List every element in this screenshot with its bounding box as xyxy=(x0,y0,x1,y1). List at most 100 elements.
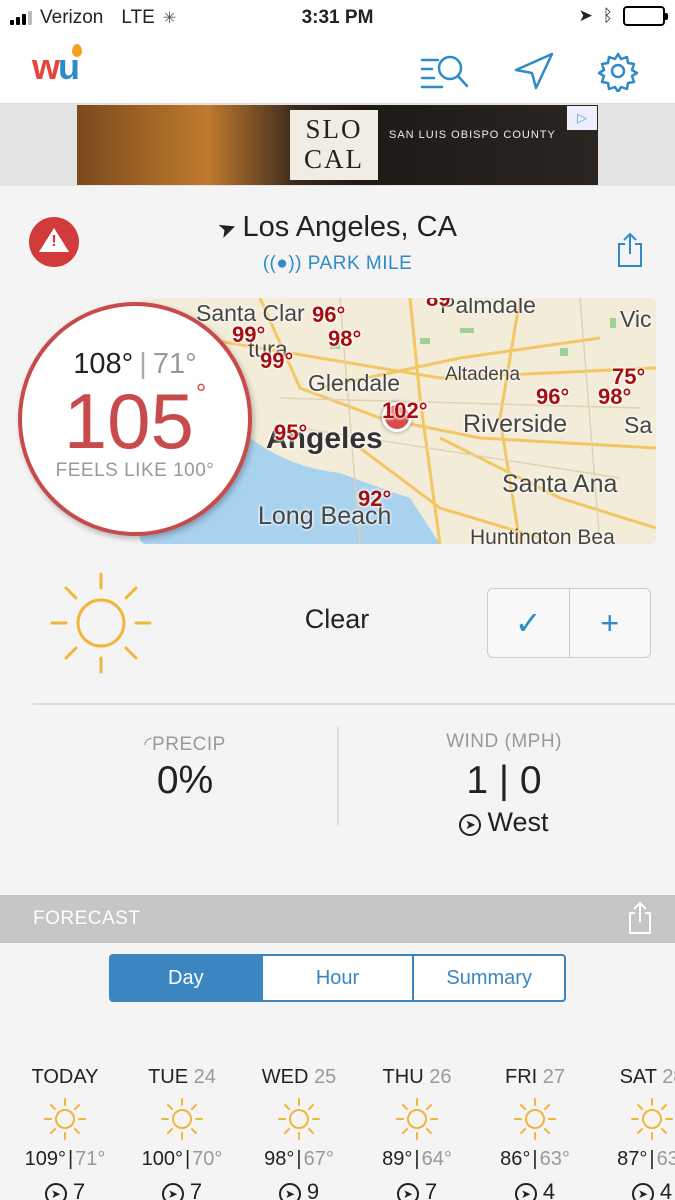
search-list-icon[interactable] xyxy=(418,50,470,92)
add-condition-button[interactable]: + xyxy=(568,589,651,657)
forecast-share-icon[interactable] xyxy=(628,901,652,935)
day-temps: 109° | 71° xyxy=(24,1148,106,1170)
map-temp: 89° xyxy=(426,298,460,311)
confirm-condition-button[interactable]: ✓ xyxy=(488,589,569,657)
station-name: PARK MILE xyxy=(307,253,413,274)
sun-icon xyxy=(278,1098,320,1140)
sun-icon xyxy=(631,1098,673,1140)
forecast-day[interactable]: SAT 28 87°|63° ➤4 xyxy=(592,1066,675,1200)
wind-direction: ➤ West xyxy=(339,807,669,838)
wind-direction-icon: ➤ xyxy=(459,814,482,836)
wind-direction-icon: ➤ xyxy=(278,1183,301,1200)
wind-value: 1 | 0 xyxy=(466,759,542,802)
map-label-santa-ana: Santa Ana xyxy=(502,470,618,498)
wind-direction-icon: ➤ xyxy=(44,1183,67,1200)
forecast-day[interactable]: THU 26 89° | 64° ➤ 7 xyxy=(357,1066,477,1200)
ad-text: SAN LUIS OBISPO COUNTY CALIFORNIA xyxy=(389,129,556,141)
day-name: TUE 24 xyxy=(148,1066,216,1088)
location-name: Los Angeles, CA xyxy=(242,211,457,243)
logo-w: w xyxy=(32,46,60,87)
map-label-san: Sa xyxy=(624,412,653,438)
current-temp-value: 105 xyxy=(63,377,194,465)
divider xyxy=(33,703,675,705)
ad-county: SAN LUIS OBISPO COUNTY xyxy=(389,129,556,141)
forecast-title: FORECAST xyxy=(33,908,141,929)
daily-forecast-list: TODAY 109° | 71° ➤ 7 TUE 24 100° | 70° ➤ 7 WED… xyxy=(0,1066,675,1200)
gear-icon[interactable] xyxy=(592,50,644,92)
day-temps: 89° | 64° xyxy=(382,1148,452,1170)
day-temps: 100° | 70° xyxy=(141,1148,223,1170)
day-wind: ➤ 7 xyxy=(5,1179,125,1200)
day-name: FRI 27 xyxy=(504,1066,566,1088)
sun-icon xyxy=(161,1098,203,1140)
day-name: SAT 28 xyxy=(619,1066,675,1088)
status-bar: Verizon LTE ✳ 3:31 PM ➤ ᛒ xyxy=(0,0,675,36)
location-pointer-icon: ➤ xyxy=(214,213,241,244)
day-temps: 98° | 67° xyxy=(264,1148,334,1170)
wind-label: WIND (MPH) xyxy=(446,731,562,752)
bluetooth-icon: ᛒ xyxy=(602,6,613,25)
condition-feedback: ✓ + xyxy=(487,588,651,658)
current-temp: 105° xyxy=(22,376,248,467)
forecast-day[interactable]: TODAY 109° | 71° ➤ 7 xyxy=(5,1066,125,1200)
ad-logo-line1: SLO xyxy=(305,114,363,144)
precip-label: ◜PRECIP xyxy=(144,734,226,755)
day-temps: 87°|63° xyxy=(617,1148,675,1170)
sun-icon xyxy=(396,1098,438,1140)
station-broadcast-icon: ((●)) xyxy=(262,253,303,274)
forecast-header: FORECAST xyxy=(0,895,675,943)
map-temp: 95° xyxy=(274,420,308,445)
day-wind: ➤ 4 xyxy=(592,1179,675,1200)
tab-day[interactable]: Day xyxy=(111,956,261,1000)
battery-icon xyxy=(623,6,668,26)
current-temp-dial[interactable]: 108° | 71° 105° FEELS LIKE 100° xyxy=(18,302,252,536)
status-right: ➤ ᛒ xyxy=(578,6,668,26)
wind-direction-icon: ➤ xyxy=(631,1183,654,1200)
map-temp: 98° xyxy=(598,384,632,409)
day-wind: ➤ 7 xyxy=(357,1179,477,1200)
top-nav: wu xyxy=(0,36,675,104)
ad-image[interactable]: SLO CAL SAN LUIS OBISPO COUNTY CALIFORNI… xyxy=(77,105,598,185)
map-temp: 99° xyxy=(232,322,266,347)
location-arrow-icon[interactable] xyxy=(508,50,560,92)
wu-logo[interactable]: wu xyxy=(32,44,82,88)
day-name: WED 25 xyxy=(261,1066,337,1088)
wind-direction-icon: ➤ xyxy=(161,1183,184,1200)
forecast-day[interactable]: WED 25 98° | 67° ➤ 9 xyxy=(239,1066,359,1200)
map-temp: 98° xyxy=(328,326,362,351)
tab-summary[interactable]: Summary xyxy=(412,956,564,1000)
map-label-victorville: Vic xyxy=(620,306,652,332)
adchoices-icon[interactable]: ▷ xyxy=(567,106,597,130)
day-wind: ➤ 9 xyxy=(239,1179,359,1200)
day-temps: 86° | 63° xyxy=(500,1148,570,1170)
precip-value: 0% xyxy=(156,759,214,802)
wind-direction-icon: ➤ xyxy=(514,1183,537,1200)
ad-logo-line2: CAL xyxy=(304,144,364,174)
map-temp: 99° xyxy=(260,348,294,373)
map-label-huntington: Huntington Bea xyxy=(470,526,615,544)
location-header[interactable]: ➤Los Angeles, CA xyxy=(0,211,675,244)
feels-like: FEELS LIKE 100° xyxy=(55,460,215,481)
location-services-icon: ➤ xyxy=(578,6,593,25)
map-label-altadena: Altadena xyxy=(445,364,521,385)
sun-icon xyxy=(44,1098,86,1140)
forecast-day[interactable]: TUE 24 100° | 70° ➤ 7 xyxy=(122,1066,242,1200)
map-temp: 96° xyxy=(536,384,570,409)
day-name: TODAY xyxy=(31,1066,99,1088)
day-wind: ➤ 7 xyxy=(122,1179,242,1200)
map-label-riverside: Riverside xyxy=(463,410,568,438)
station-label[interactable]: ((●)) PARK MILE xyxy=(0,253,675,275)
day-wind: ➤ 4 xyxy=(475,1179,595,1200)
map-temp: 102° xyxy=(382,398,428,423)
condition-text: Clear xyxy=(304,604,370,634)
forecast-day[interactable]: FRI 27 86° | 63° ➤ 4 xyxy=(475,1066,595,1200)
share-icon[interactable] xyxy=(617,232,643,268)
tab-hour[interactable]: Hour xyxy=(260,956,413,1000)
forecast-tabs: Day Hour Summary xyxy=(109,954,566,1002)
clear-sun-icon xyxy=(50,572,152,674)
raindrop-icon: ◜ xyxy=(144,734,153,755)
sun-icon xyxy=(514,1098,556,1140)
logo-drop-icon xyxy=(72,44,82,57)
clock: 3:31 PM xyxy=(301,7,374,28)
map-temp: 92° xyxy=(358,486,392,511)
